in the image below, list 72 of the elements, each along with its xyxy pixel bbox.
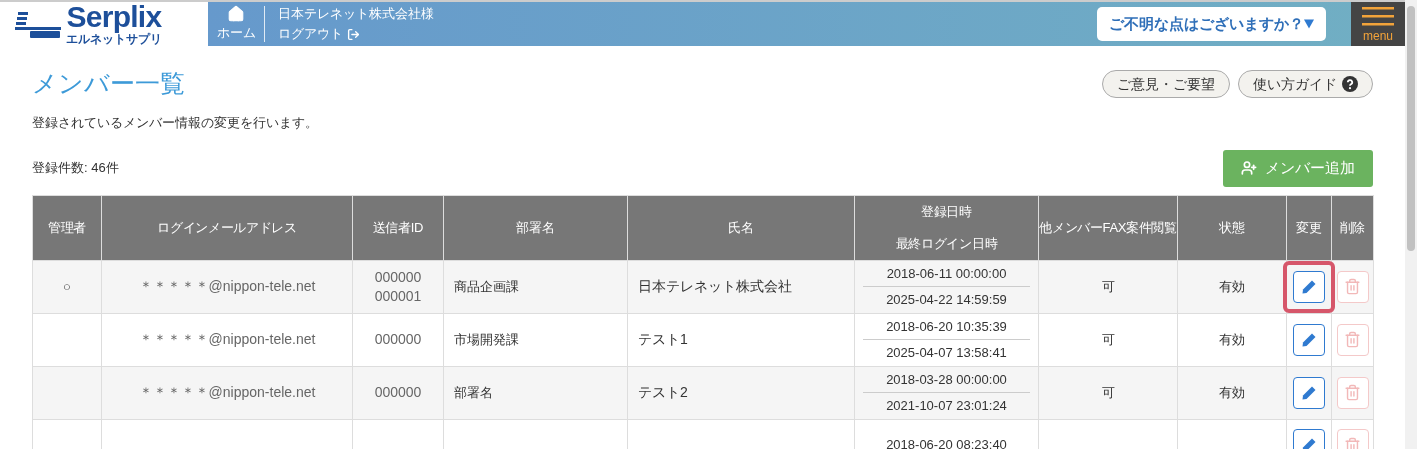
- sender-id: 000001: [373, 286, 423, 306]
- column-header-label: 登録日時: [920, 202, 973, 221]
- email-cell: ＊＊＊＊＊@nippon-tele.net: [101, 313, 353, 366]
- feedback-button[interactable]: ご意見・ご要望: [1102, 70, 1230, 98]
- last-login-date: 2021-10-07 23:01:24: [886, 396, 1007, 415]
- trash-icon: [1344, 384, 1361, 401]
- fax-view-cell: 可: [1038, 260, 1178, 313]
- add-member-button[interactable]: メンバー追加: [1223, 149, 1373, 187]
- column-header: 状態: [1177, 195, 1287, 260]
- logo-wordmark: Serplix: [66, 2, 162, 32]
- guide-button[interactable]: 使い方ガイド: [1238, 70, 1373, 98]
- column-header: 削除: [1331, 195, 1374, 260]
- department-cell: 商品企画課: [443, 260, 628, 313]
- menu-icon: [1362, 6, 1394, 26]
- pencil-icon: [1301, 278, 1317, 295]
- registered-date: 2018-06-20 08:23:40: [863, 432, 1030, 449]
- column-header: 部署名: [443, 195, 628, 260]
- caret-icon: [1304, 19, 1314, 29]
- last-login-date: 2025-04-22 14:59:59: [886, 290, 1007, 309]
- status-cell: 有効: [1177, 313, 1287, 366]
- sender-id: 000000: [373, 383, 423, 402]
- edit-button[interactable]: [1293, 376, 1325, 409]
- home-button[interactable]: ホーム: [208, 2, 264, 46]
- page-title: メンバー一覧: [32, 68, 185, 100]
- status-cell: 有効: [1177, 366, 1287, 419]
- column-header: 氏名: [627, 195, 855, 260]
- name-cell: テスト2: [627, 366, 855, 419]
- record-count: 登録件数: 46件: [32, 159, 119, 178]
- scrollbar[interactable]: [1405, 0, 1417, 449]
- registered-date: 2018-03-28 00:00:00: [863, 366, 1030, 393]
- help-dropdown[interactable]: ご不明な点はございますか？: [1097, 7, 1326, 41]
- trash-icon: [1344, 436, 1361, 449]
- registered-date: 2018-06-11 00:00:00: [863, 260, 1030, 287]
- pencil-icon: [1301, 384, 1317, 401]
- column-header: 変更: [1286, 195, 1332, 260]
- menu-button[interactable]: menu: [1351, 2, 1405, 46]
- sender-id: 000000: [373, 330, 423, 349]
- column-header: 管理者: [32, 195, 102, 260]
- edit-button[interactable]: [1293, 270, 1325, 303]
- edit-button[interactable]: [1293, 323, 1325, 356]
- fax-view-cell: 可: [1038, 313, 1178, 366]
- name-cell: 日本テレネット株式会社: [627, 260, 855, 313]
- help-icon: [1342, 76, 1358, 92]
- logout-icon: [347, 27, 360, 41]
- admin-cell: [32, 313, 102, 366]
- trash-icon: [1344, 331, 1361, 348]
- department-cell: 部署名: [443, 366, 628, 419]
- fax-view-cell: 可: [1038, 366, 1178, 419]
- logo-mark-icon: [14, 9, 62, 39]
- pencil-icon: [1301, 437, 1317, 449]
- trash-icon: [1344, 278, 1361, 295]
- admin-cell: ○: [32, 260, 102, 313]
- department-cell: 市場開発課: [443, 313, 628, 366]
- pencil-icon: [1301, 331, 1317, 348]
- admin-cell: [32, 366, 102, 419]
- registered-date: 2018-06-20 10:35:39: [863, 313, 1030, 340]
- logout-link[interactable]: ログアウト: [278, 24, 434, 44]
- sender-id: 000000: [373, 267, 423, 287]
- last-login-date: 2025-04-07 13:58:41: [886, 343, 1007, 362]
- email-cell: ＊＊＊＊＊@nippon-tele.net: [101, 366, 353, 419]
- scrollbar-thumb[interactable]: [1407, 6, 1415, 251]
- column-header-label: 最終ログイン日時: [894, 234, 999, 253]
- column-header: ログインメールアドレス: [101, 195, 353, 260]
- page-description: 登録されているメンバー情報の変更を行います。: [32, 114, 319, 132]
- user-add-icon: [1241, 160, 1257, 176]
- column-header: 送信者ID: [352, 195, 444, 260]
- logo-reading: エルネットサプリ: [66, 32, 162, 46]
- name-cell: テスト1: [627, 313, 855, 366]
- home-icon: [227, 5, 245, 24]
- email-cell: ＊＊＊＊＊@nippon-tele.net: [101, 260, 353, 313]
- company-name: 日本テレネット株式会社様: [278, 5, 434, 23]
- column-header: 他メンバーFAX案件閲覧: [1038, 195, 1178, 260]
